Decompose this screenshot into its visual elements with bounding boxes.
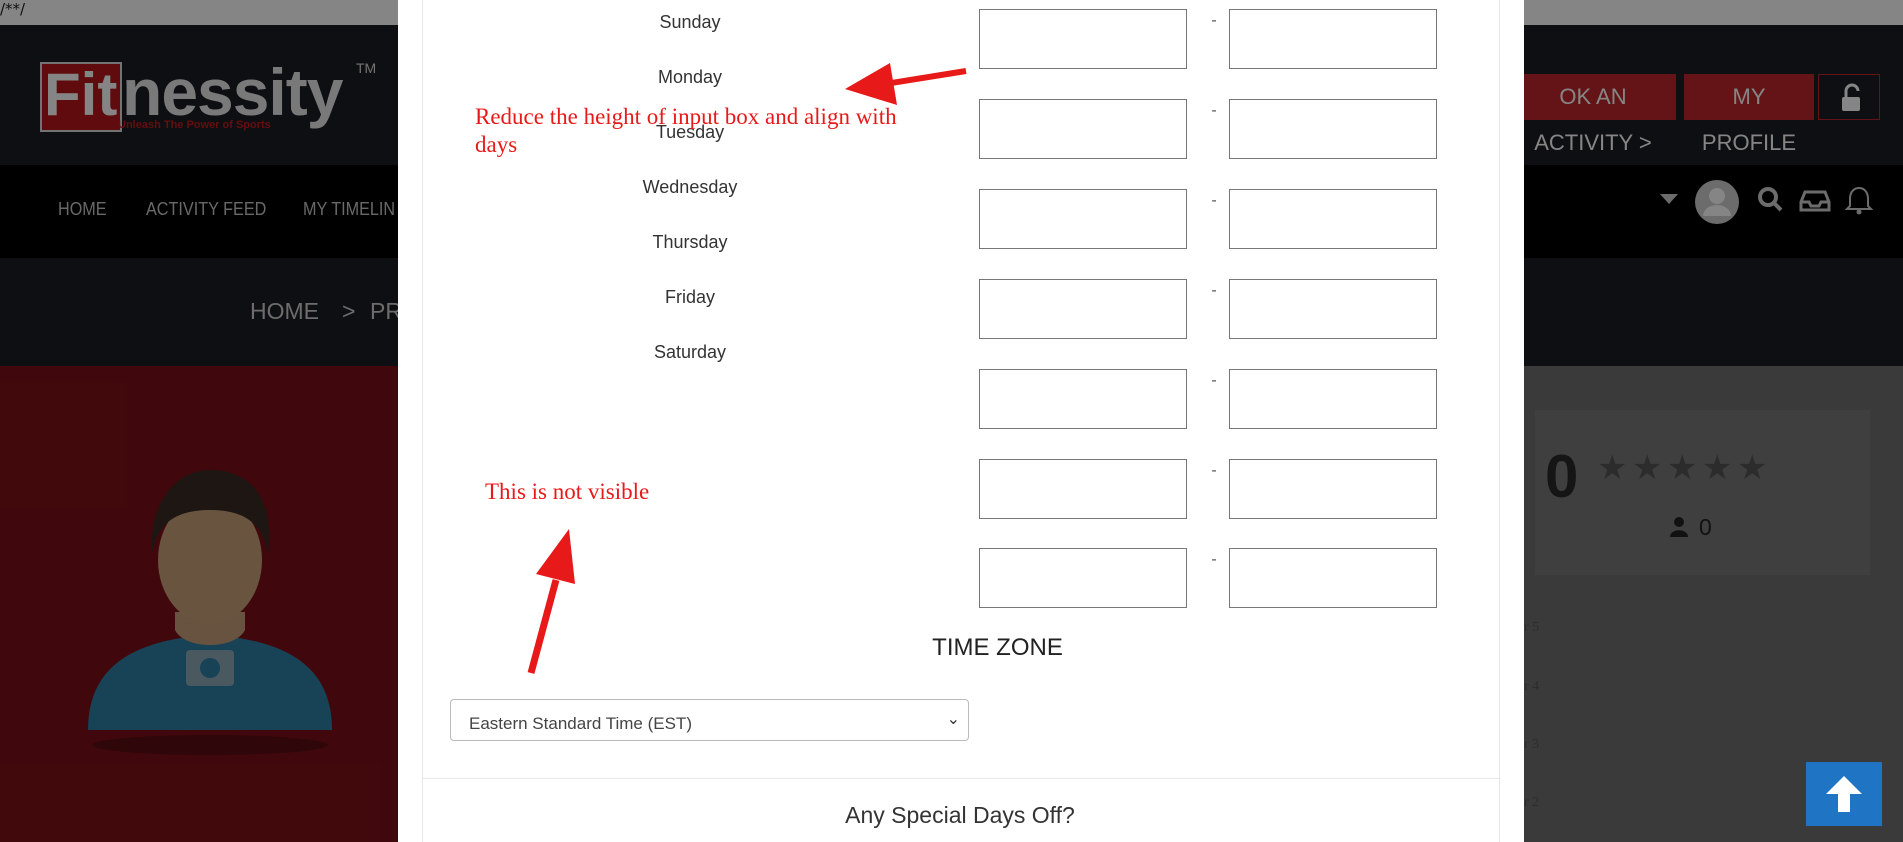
section-divider (422, 778, 1500, 779)
time-zone-value: Eastern Standard Time (EST) (469, 714, 692, 733)
arrow-icon (845, 63, 967, 105)
chevron-down-icon: ⌄ (946, 711, 960, 728)
time-zone-heading: TIME ZONE (932, 634, 1063, 661)
arrow-icon (527, 529, 575, 674)
special-days-heading: Any Special Days Off? (845, 802, 1075, 828)
time-zone-select[interactable]: Eastern Standard Time (EST) ⌄ (450, 699, 969, 741)
